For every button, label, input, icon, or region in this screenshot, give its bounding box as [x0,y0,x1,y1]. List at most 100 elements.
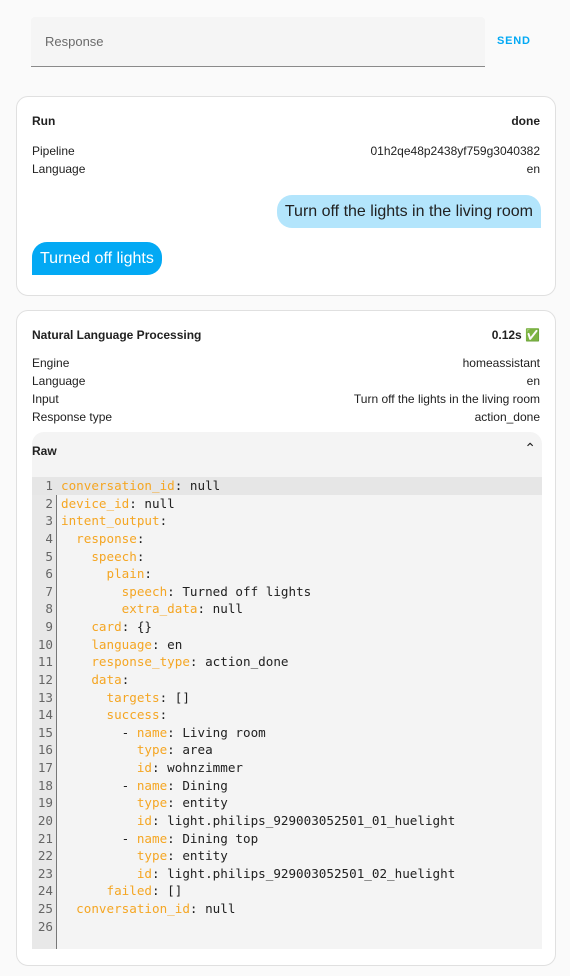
code-line: 4 response: [32,530,542,548]
code-line: 8 extra_data: null [32,600,542,618]
line-number: 15 [37,724,53,740]
run-title: Run [32,114,56,128]
line-number: 24 [37,883,53,899]
line-number: 22 [37,848,53,864]
code-line: 13 targets: [] [32,689,542,707]
nlp-row-response-type: Response type action_done [17,408,555,426]
row-label: Response type [32,410,113,424]
line-number: 25 [37,901,53,916]
row-value: en [526,374,540,388]
line-number: 13 [37,689,53,705]
line-text: id: wohnzimmer [136,760,243,775]
line-number: 10 [37,636,53,652]
line-text: type: entity [136,848,228,864]
row-label: Input [32,392,59,406]
line-text: success: [106,707,168,723]
nlp-row-language: Language en [17,372,555,390]
row-value: Turn off the lights in the living room [353,392,540,406]
code-line: 23 id: light.philips_929003052501_02_hue… [32,865,542,883]
line-number: 6 [45,566,53,582]
line-number: 8 [45,601,53,617]
code-line: 14 success: [32,706,542,724]
line-number: 9 [45,619,53,634]
line-number: 18 [37,777,53,793]
code-editor[interactable]: 1 conversation_id: null 2 device_id: null 3 i… [32,477,542,949]
raw-panel: Raw ⌃ 1 conversation_id: null 2 device_id: … [32,432,542,949]
raw-expander-header[interactable]: Raw [32,444,57,458]
line-text: type: area [136,742,213,758]
line-number: 5 [45,548,53,564]
run-status: done [511,114,540,128]
line-number: 14 [37,707,53,723]
line-number: 21 [37,830,53,846]
nlp-title: Natural Language Processing [32,328,202,342]
line-text: response_type: action_done [91,654,289,670]
code-line: 7 speech: Turned off lights [32,583,542,601]
line-number: 3 [45,513,53,529]
code-line: 16 type: area [32,741,542,759]
line-text: conversation_id: null [76,901,236,916]
row-value: en [526,162,540,176]
run-row-pipeline: Pipeline 01h2qe48p2438yf759g3040382 [17,142,555,160]
run-row-language: Language en [17,160,555,178]
row-label: Language [32,374,86,388]
code-line: 18 - name: Dining [32,777,542,795]
line-text: speech: [91,548,145,564]
code-line: 25 conversation_id: null [32,900,542,918]
line-text: - name: Dining top [61,830,259,846]
code-line: 24 failed: [] [32,882,542,900]
line-number: 2 [45,495,53,511]
line-text: id: light.philips_929003052501_01_huelig… [136,812,456,828]
line-number: 16 [37,742,53,758]
code-line: 2 device_id: null [32,495,542,513]
line-text: response: [76,530,145,546]
line-number: 4 [45,530,53,546]
line-text: failed: [] [106,883,183,899]
code-line: 12 data: [32,671,542,689]
code-line: 5 speech: [32,548,542,566]
code-line: 22 type: entity [32,847,542,865]
line-text: id: light.philips_929003052501_02_huelig… [136,865,456,881]
line-text: intent_output: [61,513,168,529]
line-text: - name: Dining [61,777,228,793]
code-line: 26 [32,918,542,936]
row-label: Language [32,162,86,176]
line-text: plain: [106,566,153,582]
line-text: targets: [] [106,689,190,705]
line-text: device_id: null [61,495,175,511]
response-placeholder: Response [45,34,104,49]
code-line: 21 - name: Dining top [32,830,542,848]
nlp-duration: 0.12s ✅ [491,328,540,342]
line-number: 1 [45,478,53,493]
chevron-up-icon[interactable]: ⌃ [524,440,536,457]
line-number: 11 [37,654,53,670]
line-text: language: en [91,636,183,652]
code-line: 17 id: wohnzimmer [32,759,542,777]
send-button[interactable]: SEND [497,35,531,47]
line-number: 17 [37,760,53,775]
run-card: Run done Pipeline 01h2qe48p2438yf759g30403… [16,96,556,296]
line-number: 20 [37,812,53,828]
line-text: extra_data: null [121,601,243,617]
nlp-card: Natural Language Processing 0.12s ✅ Engin… [16,310,556,966]
code-line: 3 intent_output: [32,512,542,530]
code-line: 11 response_type: action_done [32,653,542,671]
line-text: data: [91,671,130,687]
line-text: - name: Living room [61,724,266,740]
code-line: 15 - name: Living room [32,724,542,742]
row-label: Pipeline [32,144,75,158]
row-value: homeassistant [462,356,540,370]
code-line: 9 card: {} [32,618,542,636]
line-text: conversation_id: null [61,478,221,493]
nlp-row-engine: Engine homeassistant [17,354,555,372]
response-input[interactable]: Response [31,17,485,67]
agent-message-bubble: Turned off lights [32,242,162,275]
line-text: type: entity [136,795,228,811]
code-line: 20 id: light.philips_929003052501_01_hue… [32,812,542,830]
code-line: 6 plain: [32,565,542,583]
code-line: 19 type: entity [32,794,542,812]
code-line: 1 conversation_id: null [32,477,542,495]
row-label: Engine [32,356,70,370]
user-message-bubble: Turn off the lights in the living room [276,195,541,228]
line-number: 12 [37,671,53,687]
